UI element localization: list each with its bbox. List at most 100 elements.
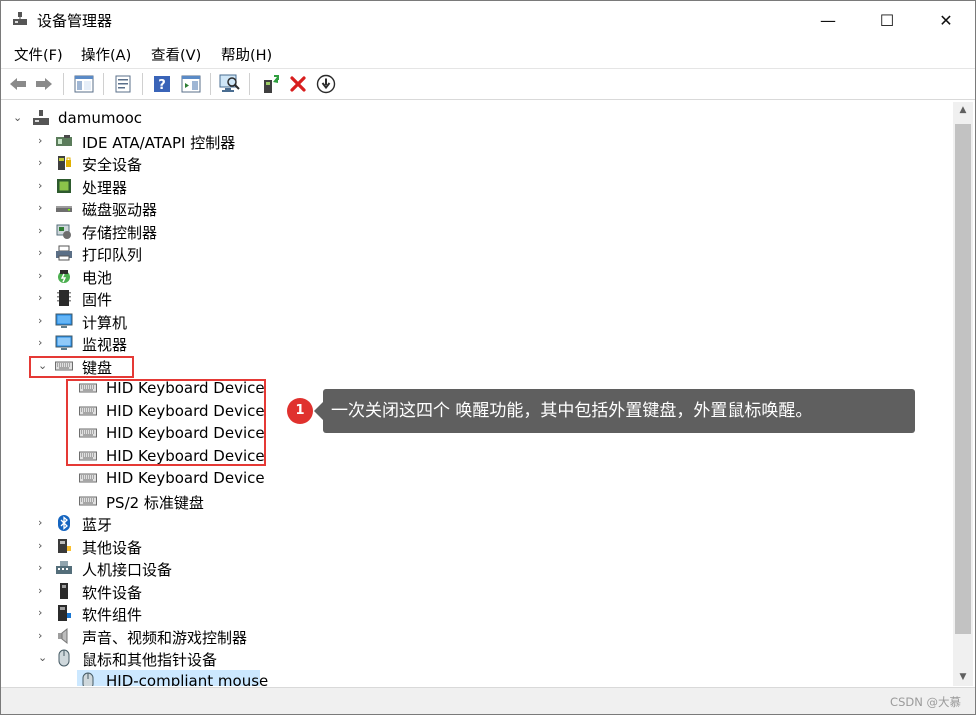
show-hide-console-tree-icon[interactable] <box>73 73 95 95</box>
tree-category[interactable]: › IDE ATA/ATAPI 控制器 <box>5 130 953 152</box>
tree-category[interactable]: › 安全设备 <box>5 152 953 174</box>
chevron-right-icon[interactable]: › <box>38 516 48 530</box>
uninstall-icon[interactable] <box>287 73 309 95</box>
tree-category-label: 处理器 <box>82 179 128 197</box>
tree-category[interactable]: › 电池 <box>5 265 953 287</box>
back-icon[interactable] <box>7 73 29 95</box>
tree-category-label: 声音、视频和游戏控制器 <box>82 629 248 647</box>
vertical-scrollbar[interactable]: ▲ ▼ <box>953 102 973 686</box>
tree-category[interactable]: › 打印队列 <box>5 242 953 264</box>
tree-category[interactable]: › 处理器 <box>5 175 953 197</box>
tree-category[interactable]: › 计算机 <box>5 310 953 332</box>
tree-category[interactable]: › 其他设备 <box>5 535 953 557</box>
maximize-button[interactable]: ☐ <box>860 1 914 39</box>
chevron-right-icon[interactable]: › <box>38 156 48 170</box>
chevron-right-icon[interactable]: › <box>38 224 48 238</box>
device-manager-icon <box>13 12 27 25</box>
tree-category[interactable]: ⌄ 鼠标和其他指针设备 <box>5 647 953 669</box>
bluetooth-icon <box>58 515 70 531</box>
mouse-device-icon <box>82 672 94 686</box>
menu-bar: 文件(F) 操作(A) 查看(V) 帮助(H) <box>1 41 975 67</box>
software-device-icon <box>60 583 68 599</box>
menu-file[interactable]: 文件(F) <box>14 44 63 65</box>
highlight-four-keyboards <box>66 379 266 466</box>
tree-category[interactable]: › 声音、视频和游戏控制器 <box>5 625 953 647</box>
action-pane-icon[interactable] <box>180 73 202 95</box>
chevron-right-icon[interactable]: › <box>38 269 48 283</box>
other-devices-icon <box>58 539 71 553</box>
security-device-icon <box>58 156 71 170</box>
chevron-right-icon[interactable]: › <box>38 291 48 305</box>
annotation-callout: 1 一次关闭这四个 唤醒功能，其中包括外置键盘，外置鼠标唤醒。 <box>287 389 915 433</box>
tree-device-selected[interactable]: HID-compliant mouse <box>5 670 953 686</box>
tree-category[interactable]: › 磁盘驱动器 <box>5 197 953 219</box>
printer-icon <box>56 245 72 261</box>
toolbar-separator <box>63 73 64 95</box>
tree-category[interactable]: › 存储控制器 <box>5 220 953 242</box>
ide-controller-icon <box>56 135 72 146</box>
tree-category[interactable]: › 蓝牙 <box>5 512 953 534</box>
tree-root-label: damumooc <box>58 109 143 127</box>
chevron-down-icon[interactable]: ⌄ <box>38 651 48 665</box>
chevron-right-icon[interactable]: › <box>38 201 48 215</box>
disable-device-icon[interactable] <box>315 73 337 95</box>
toolbar: ? <box>1 68 975 100</box>
tree-category[interactable]: › 固件 <box>5 287 953 309</box>
tree-category[interactable]: › 软件设备 <box>5 580 953 602</box>
chevron-right-icon[interactable]: › <box>38 539 48 553</box>
help-icon[interactable]: ? <box>151 73 173 95</box>
scan-hardware-icon[interactable] <box>219 73 241 95</box>
software-component-icon <box>58 605 71 621</box>
tree-category-label: 蓝牙 <box>82 516 113 534</box>
menu-view[interactable]: 查看(V) <box>151 44 201 65</box>
callout-text: 一次关闭这四个 唤醒功能，其中包括外置键盘，外置鼠标唤醒。 <box>314 389 915 433</box>
tree-category[interactable]: › 软件组件 <box>5 602 953 624</box>
chevron-right-icon[interactable]: › <box>38 629 48 643</box>
tree-category-label: 磁盘驱动器 <box>82 201 158 219</box>
tree-device-label: HID Keyboard Device <box>106 469 265 487</box>
tree-category-label: 打印队列 <box>82 246 143 264</box>
computer-root-icon <box>33 110 49 125</box>
sound-icon <box>58 627 68 645</box>
toolbar-separator <box>142 73 143 95</box>
tree-category-label: 鼠标和其他指针设备 <box>82 651 218 669</box>
watermark: CSDN @大慕 <box>890 695 961 709</box>
chevron-right-icon[interactable]: › <box>38 246 48 260</box>
tree-category-label: 监视器 <box>82 336 128 354</box>
tree-category[interactable]: › 人机接口设备 <box>5 557 953 579</box>
tree-category-label: 人机接口设备 <box>82 561 173 579</box>
menu-help[interactable]: 帮助(H) <box>221 44 272 65</box>
tree-device[interactable]: PS/2 标准键盘 <box>5 490 953 512</box>
tree-category[interactable]: ⌄ 键盘 <box>5 355 953 377</box>
scroll-down-icon[interactable]: ▼ <box>953 669 973 686</box>
update-driver-icon[interactable] <box>259 73 281 95</box>
chevron-right-icon[interactable]: › <box>38 314 48 328</box>
chevron-right-icon[interactable]: › <box>38 561 48 575</box>
properties-icon[interactable] <box>112 73 134 95</box>
tree-category-label: 电池 <box>82 269 113 287</box>
computer-icon <box>55 313 73 328</box>
minimize-button[interactable]: — <box>801 1 855 39</box>
chevron-right-icon[interactable]: › <box>38 584 48 598</box>
tree-category-label: 计算机 <box>82 314 128 332</box>
step-badge: 1 <box>287 398 313 424</box>
keyboard-icon <box>79 473 97 483</box>
tree-category-label: 安全设备 <box>82 156 143 174</box>
tree-device-label: HID-compliant mouse <box>106 672 269 686</box>
processor-icon <box>57 179 71 193</box>
tree-root-computer[interactable]: ⌄ damumooc <box>5 107 953 129</box>
scroll-up-icon[interactable]: ▲ <box>953 102 973 119</box>
scroll-thumb[interactable] <box>955 124 971 634</box>
toolbar-separator <box>103 73 104 95</box>
chevron-down-icon[interactable]: ⌄ <box>13 111 23 125</box>
chevron-right-icon[interactable]: › <box>38 606 48 620</box>
tree-category[interactable]: › 监视器 <box>5 332 953 354</box>
menu-action[interactable]: 操作(A) <box>81 44 131 65</box>
forward-icon[interactable] <box>33 73 55 95</box>
close-button[interactable]: ✕ <box>919 1 973 39</box>
tree-device[interactable]: HID Keyboard Device <box>5 467 953 489</box>
chevron-right-icon[interactable]: › <box>38 336 48 350</box>
chevron-right-icon[interactable]: › <box>38 179 48 193</box>
svg-text:?: ? <box>158 78 166 93</box>
chevron-right-icon[interactable]: › <box>38 134 48 148</box>
